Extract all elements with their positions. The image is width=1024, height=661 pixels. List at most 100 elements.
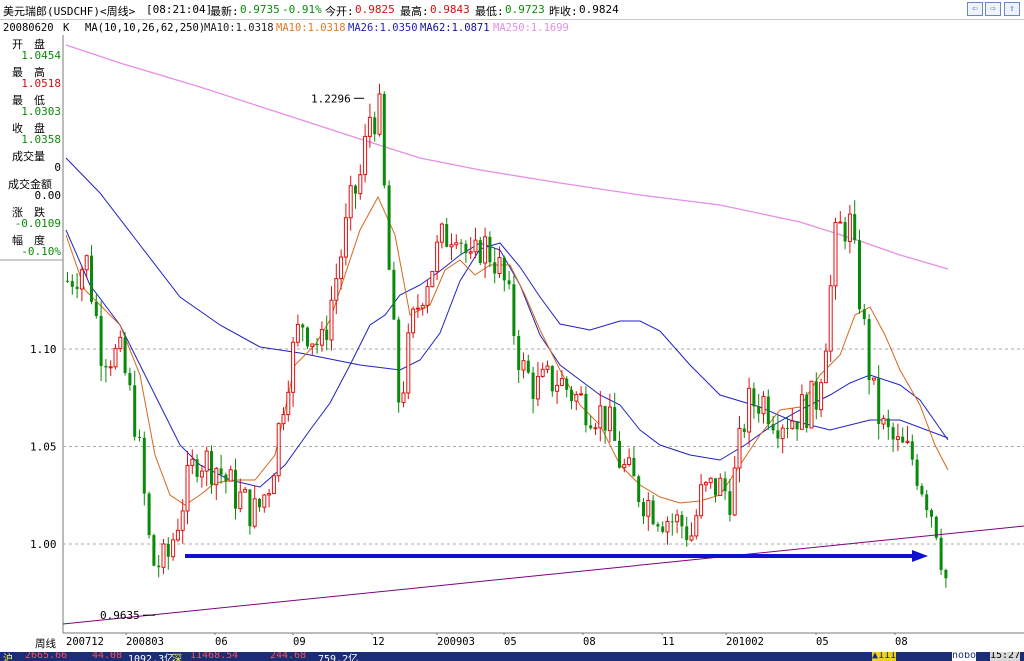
candle-body — [632, 457, 636, 477]
candle-body — [113, 347, 118, 368]
candle-body — [757, 406, 761, 414]
candle-body — [367, 116, 372, 137]
candle-body — [550, 365, 554, 392]
candle-body — [99, 315, 103, 366]
ma250-line — [65, 44, 949, 270]
low-label: 最低: — [475, 5, 504, 18]
candle-body — [228, 469, 233, 482]
candle-body — [161, 543, 166, 568]
candle-body — [377, 93, 382, 135]
candle-body — [507, 280, 511, 285]
candle-body — [166, 543, 170, 557]
candle-body — [306, 327, 309, 347]
status-item: 44.08 — [92, 652, 123, 661]
candle-body — [171, 539, 176, 558]
candle-body — [737, 427, 742, 469]
period-label: K — [63, 22, 70, 34]
candle-body — [607, 406, 612, 432]
market-status-bar: 沪 2665.66 44.08 1092.3亿 深 11468.54 244.6… — [0, 652, 1024, 661]
candle-body — [732, 467, 737, 516]
candle-body — [809, 380, 814, 429]
candle-body — [790, 420, 795, 429]
title-bar: 美元瑞郎(USDCHF)<周线> [08:21:04] 最新: 0.9735 -… — [0, 0, 1024, 20]
candle-body — [425, 286, 430, 306]
candle-body — [843, 222, 847, 242]
candle-body — [310, 343, 315, 347]
candle-body — [689, 535, 694, 541]
candle-body — [128, 373, 132, 386]
candle-body — [708, 477, 713, 484]
x-tick-label: 06 — [215, 636, 228, 648]
candle-body — [598, 405, 603, 429]
candle-body — [886, 418, 890, 428]
candle-body — [526, 360, 530, 373]
candle-body — [435, 241, 440, 272]
candle-body — [142, 437, 146, 494]
candle-body — [243, 488, 248, 493]
forward-arrow-icon[interactable]: ⇨ — [985, 2, 1001, 16]
candle-body — [771, 424, 775, 431]
update-time: [08:21:04] — [146, 3, 213, 16]
candle-body — [397, 319, 401, 403]
candle-body — [828, 285, 833, 352]
status-item: 759.2亿 — [318, 654, 359, 661]
status-item: 2665.66 — [25, 652, 68, 661]
candle-body — [646, 499, 651, 517]
candle-body — [343, 217, 348, 258]
candle-body — [570, 389, 573, 402]
candle-body — [488, 236, 492, 263]
candle-body — [891, 427, 895, 440]
candle-body — [271, 475, 276, 495]
y-tick-label: 1.05 — [30, 441, 57, 454]
x-tick-label: 200712 — [66, 636, 104, 648]
candle-body — [478, 240, 482, 264]
candle-body — [805, 394, 809, 428]
ma26-value: MA26:1.0350 — [348, 22, 418, 34]
candle-body — [895, 436, 900, 440]
candle-body — [497, 257, 502, 275]
candle-body — [123, 337, 127, 374]
candle-body — [627, 457, 632, 465]
candle-body — [363, 135, 368, 176]
candle-body — [540, 368, 545, 377]
x-tick-label: 201002 — [726, 636, 764, 648]
candle-body — [329, 299, 334, 341]
candle-body — [199, 470, 204, 478]
candle-body — [939, 537, 943, 570]
back-arrow-icon[interactable]: ⇦ — [967, 2, 983, 16]
ma10-line — [65, 195, 949, 506]
candle-body — [853, 214, 857, 241]
candle-body — [449, 244, 454, 248]
candle-body — [234, 469, 237, 509]
candle-body — [473, 239, 478, 253]
status-item: nobo — [952, 652, 977, 661]
x-tick-label: 200803 — [126, 636, 164, 648]
candle-body — [925, 494, 929, 511]
candle-body — [603, 405, 607, 431]
candle-body — [675, 514, 680, 523]
high-annotation: 1.2296 — [311, 92, 351, 105]
candle-body — [823, 350, 828, 384]
candle-body — [920, 485, 924, 495]
candle-body — [430, 270, 435, 288]
candle-body — [685, 526, 689, 541]
open-label: 今开: — [325, 5, 354, 18]
low-annotation: 0.9635 — [100, 609, 140, 622]
candle-body — [881, 417, 886, 425]
candle-body — [214, 467, 219, 486]
chart-title: 美元瑞郎(USDCHF)<周线> — [3, 5, 136, 18]
candlestick-chart[interactable]: 1.10 1.05 1.00 1.2296 0.9635 — [0, 35, 1024, 635]
candle-body — [79, 269, 84, 290]
candle-body — [728, 491, 732, 515]
candle-body — [373, 117, 377, 135]
candle-body — [752, 388, 756, 407]
candle-body — [286, 391, 291, 416]
up-arrow-icon[interactable]: ⇧ — [1004, 2, 1020, 16]
candle-body — [858, 240, 861, 310]
candle-body — [445, 224, 449, 247]
ma10-value: MA10:1.0318 — [204, 22, 274, 34]
ma-params: MA(10,10,26,62,250) — [85, 22, 206, 34]
candle-body — [464, 243, 468, 254]
x-tick-label: 11 — [662, 636, 675, 648]
candle-body — [420, 304, 425, 309]
